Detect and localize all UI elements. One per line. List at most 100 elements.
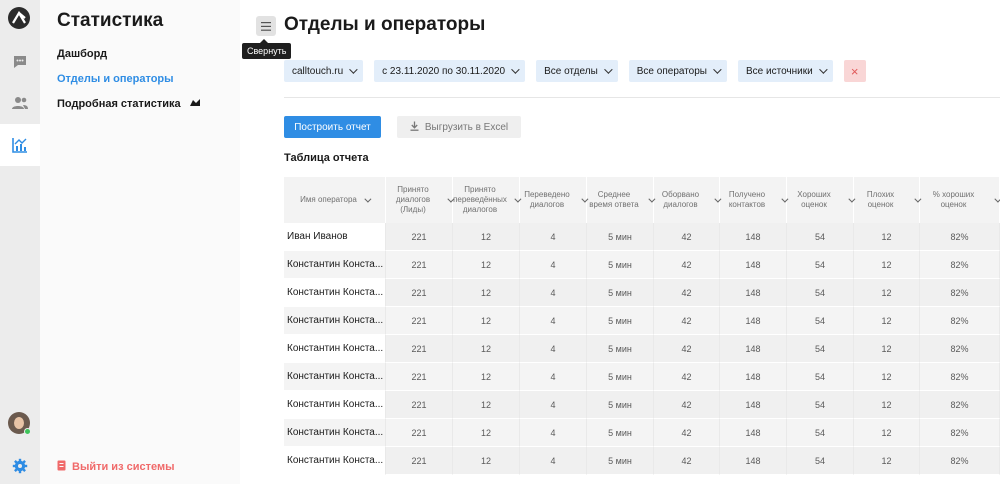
table-cell: 42 <box>654 391 720 419</box>
filter-operators[interactable]: Все операторы <box>628 60 727 82</box>
table-cell: 221 <box>386 223 453 251</box>
table-cell: 82% <box>920 223 1000 251</box>
filter-departments[interactable]: Все отделы <box>536 60 618 82</box>
table-row[interactable]: Константин Конста... 221 12 4 5 мин 42 148 54 12… <box>284 279 1000 307</box>
operator-name-cell: Константин Конста... <box>284 279 386 307</box>
table-cell: 82% <box>920 251 1000 279</box>
table-cell: 148 <box>720 251 787 279</box>
table-cell: 148 <box>720 223 787 251</box>
filter-site-select[interactable]: calltouch.ru <box>284 60 364 82</box>
table-cell: 148 <box>720 447 787 475</box>
sidebar-item-label: Подробная статистика <box>57 98 181 110</box>
filter-label: Все операторы <box>636 65 707 77</box>
column-header[interactable]: Принято переведённых диалогов <box>453 177 522 223</box>
table-cell: 54 <box>787 251 854 279</box>
column-header-label: Получено контактов <box>728 190 766 209</box>
table-cell: 54 <box>787 223 854 251</box>
table-cell: 5 мин <box>587 391 654 419</box>
table-cell: 148 <box>720 419 787 447</box>
gear-icon[interactable] <box>10 456 30 476</box>
build-report-button[interactable]: Построить отчет <box>284 116 381 138</box>
menu-icon <box>261 21 271 31</box>
table-cell: 148 <box>720 335 787 363</box>
column-header-label: Среднее время ответа <box>589 190 639 209</box>
report-table: Имя оператора Принято диалогов (Лиды) Прин… <box>284 177 1000 475</box>
column-header[interactable]: Получено контактов <box>720 177 789 223</box>
table-cell: 42 <box>654 447 720 475</box>
table-cell: 82% <box>920 335 1000 363</box>
table-cell: 82% <box>920 363 1000 391</box>
table-title: Таблица отчета <box>284 152 369 164</box>
column-header-label: Принято диалогов (Лиды) <box>395 185 431 214</box>
sidebar-item-label: Отделы и операторы <box>57 73 174 85</box>
column-header[interactable]: Переведено диалогов <box>520 177 589 223</box>
column-header-label: Хороших оценок <box>797 190 831 209</box>
logout-button[interactable]: Выйти из системы <box>57 460 174 474</box>
chevron-down-icon <box>603 65 613 74</box>
table-row[interactable]: Иван Иванов 221 12 4 5 мин 42 148 54 12 82% <box>284 223 1000 251</box>
clear-filters-button[interactable]: × <box>843 60 866 82</box>
export-label: Выгрузить в Excel <box>424 121 509 133</box>
table-row[interactable]: Константин Конста... 221 12 4 5 мин 42 148 54 12… <box>284 419 1000 447</box>
table-cell: 5 мин <box>587 335 654 363</box>
table-cell: 12 <box>854 279 920 307</box>
table-cell: 12 <box>854 363 920 391</box>
column-header[interactable]: Плохих оценок <box>854 177 922 223</box>
table-cell: 12 <box>453 335 520 363</box>
table-cell: 42 <box>654 223 720 251</box>
table-cell: 12 <box>453 307 520 335</box>
column-header[interactable]: Оборвано диалогов <box>654 177 722 223</box>
column-header[interactable]: Хороших оценок <box>787 177 856 223</box>
icon-rail <box>0 0 40 484</box>
table-cell: 12 <box>453 447 520 475</box>
table-row[interactable]: Константин Конста... 221 12 4 5 мин 42 148 54 12… <box>284 251 1000 279</box>
sidebar-item-departments[interactable]: Отделы и операторы <box>57 73 174 85</box>
table-header: Имя оператора Принято диалогов (Лиды) Прин… <box>284 177 1000 223</box>
table-cell: 5 мин <box>587 223 654 251</box>
table-cell: 5 мин <box>587 279 654 307</box>
download-icon <box>410 121 419 134</box>
logo-icon[interactable] <box>8 7 30 29</box>
table-row[interactable]: Константин Конста... 221 12 4 5 мин 42 148 54 12… <box>284 307 1000 335</box>
users-icon[interactable] <box>10 93 30 113</box>
table-cell: 54 <box>787 391 854 419</box>
sidebar-item-detailed-stats[interactable]: Подробная статистика <box>57 98 201 110</box>
table-cell: 148 <box>720 307 787 335</box>
logout-label: Выйти из системы <box>72 461 175 473</box>
table-cell: 148 <box>720 279 787 307</box>
new-badge-icon <box>189 98 201 110</box>
collapse-sidebar-button[interactable] <box>256 16 276 36</box>
collapse-tooltip: Свернуть <box>242 39 292 59</box>
table-row[interactable]: Константин Конста... 221 12 4 5 мин 42 148 54 12… <box>284 335 1000 363</box>
column-header[interactable]: Принято диалогов (Лиды) <box>386 177 455 223</box>
export-excel-button[interactable]: Выгрузить в Excel <box>397 116 521 138</box>
table-cell: 4 <box>520 447 587 475</box>
table-row[interactable]: Константин Конста... 221 12 4 5 мин 42 148 54 12… <box>284 447 1000 475</box>
column-header[interactable]: % хороших оценок <box>920 177 1000 223</box>
sidebar-item-dashboard[interactable]: Дашборд <box>57 48 107 60</box>
chat-icon[interactable] <box>10 52 30 72</box>
chart-icon[interactable] <box>10 135 30 155</box>
table-cell: 12 <box>854 223 920 251</box>
column-header-label: Оборвано диалогов <box>661 190 700 209</box>
table-row[interactable]: Константин Конста... 221 12 4 5 мин 42 148 54 12… <box>284 391 1000 419</box>
filter-date-range[interactable]: с 23.11.2020 по 30.11.2020 <box>374 60 526 82</box>
table-cell: 42 <box>654 279 720 307</box>
column-header[interactable]: Имя оператора <box>284 177 386 223</box>
table-cell: 4 <box>520 279 587 307</box>
filter-label: Все источники <box>746 65 813 77</box>
table-row[interactable]: Константин Конста... 221 12 4 5 мин 42 148 54 12… <box>284 363 1000 391</box>
table-cell: 54 <box>787 419 854 447</box>
table-cell: 4 <box>520 307 587 335</box>
filter-sources[interactable]: Все источники <box>738 60 833 82</box>
column-header[interactable]: Среднее время ответа <box>587 177 656 223</box>
table-cell: 221 <box>386 419 453 447</box>
table-cell: 12 <box>854 335 920 363</box>
table-cell: 82% <box>920 307 1000 335</box>
column-header-label: % хороших оценок <box>932 190 975 209</box>
sidebar-item-label: Дашборд <box>57 48 108 60</box>
sidebar-title: Статистика <box>57 10 164 31</box>
table-cell: 12 <box>453 363 520 391</box>
table-cell: 82% <box>920 419 1000 447</box>
table-cell: 42 <box>654 419 720 447</box>
